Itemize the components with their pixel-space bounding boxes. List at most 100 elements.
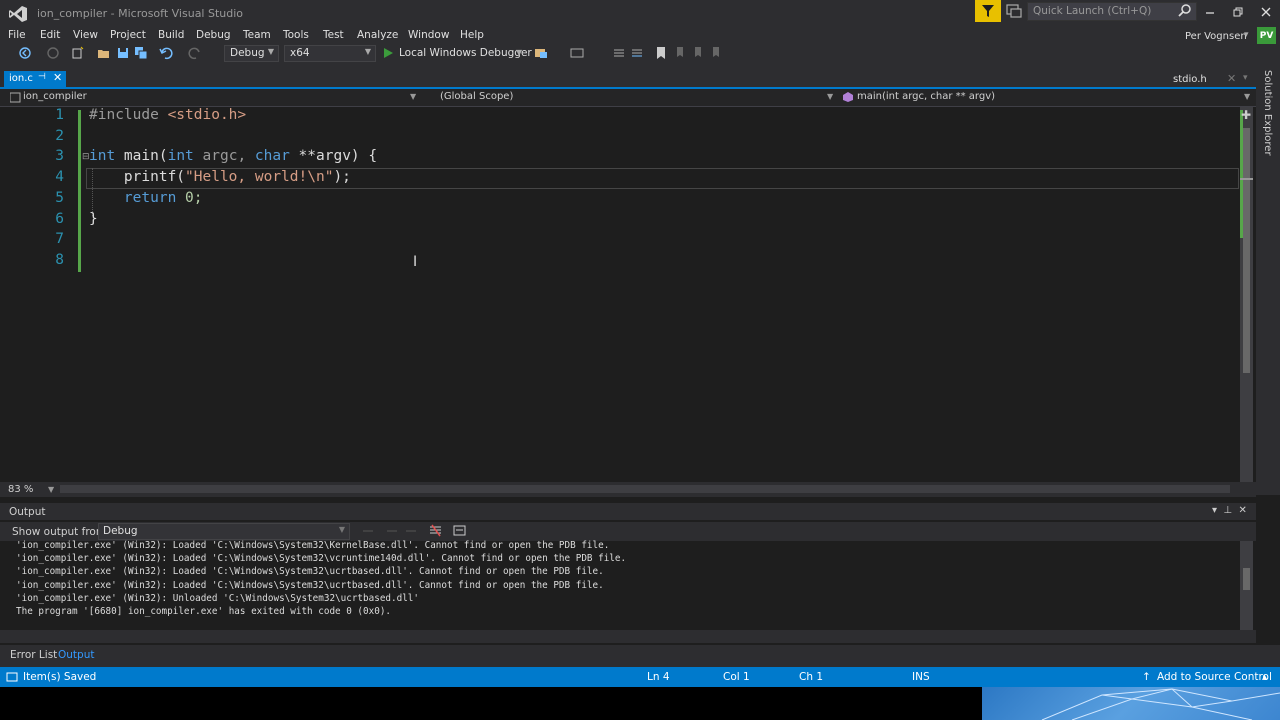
menu-window[interactable]: Window (408, 29, 449, 41)
save-icon[interactable] (116, 46, 130, 60)
avatar[interactable]: PV (1257, 27, 1276, 44)
scrollbar-thumb[interactable] (1243, 128, 1250, 373)
output-horizontal-scrollbar[interactable] (0, 630, 1256, 643)
bookmark-icon[interactable] (654, 46, 668, 60)
uncomment-lines-icon[interactable] (630, 46, 644, 60)
code-line-1[interactable]: #include <stdio.h> (89, 107, 246, 123)
scope-select[interactable]: (Global Scope) (440, 91, 513, 102)
browse-icon[interactable] (534, 46, 548, 60)
menu-file[interactable]: File (8, 29, 26, 41)
scrollbar-thumb[interactable] (1243, 568, 1250, 590)
restore-button[interactable] (1227, 3, 1249, 21)
close-icon[interactable]: ✕ (1238, 505, 1246, 516)
word-wrap-icon[interactable] (453, 524, 466, 540)
close-window-button[interactable] (1255, 3, 1277, 21)
menu-edit[interactable]: Edit (40, 29, 60, 41)
code-token: int (167, 148, 194, 164)
menu-project[interactable]: Project (110, 29, 146, 41)
comment-lines-icon[interactable] (612, 46, 626, 60)
chevron-down-icon[interactable]: ▾ (1244, 30, 1249, 40)
add-to-source-control-button[interactable]: Add to Source Control (1157, 671, 1272, 683)
code-token: main( (115, 148, 168, 164)
code-line-3[interactable]: int main(int argc, char **argv) { (89, 148, 377, 164)
panel-controls: ▾ ⊥ ✕ (1212, 505, 1247, 516)
code-line-4[interactable]: printf("Hello, world!\n"); (89, 169, 351, 185)
open-folder-icon[interactable] (97, 46, 111, 60)
chevron-down-icon[interactable]: ▼ (1244, 92, 1250, 101)
chevron-down-icon[interactable]: ▼ (827, 92, 833, 101)
menu-build[interactable]: Build (158, 29, 184, 41)
code-token: 0; (176, 190, 203, 206)
code-line-5[interactable]: return 0; (89, 190, 203, 206)
output-panel-title: Output (9, 506, 46, 518)
chevron-down-icon: ▼ (267, 47, 274, 56)
prev-message-icon[interactable] (386, 525, 398, 540)
redo-icon[interactable] (188, 46, 202, 60)
output-source-select[interactable]: Debug ▼ (98, 523, 350, 540)
chevron-down-icon[interactable]: ▼ (48, 485, 54, 494)
output-source-value: Debug (103, 525, 138, 537)
member-select[interactable]: main(int argc, char ** argv) (857, 91, 995, 102)
minimize-button[interactable] (1199, 3, 1221, 21)
close-icon[interactable]: ✕ (53, 71, 62, 84)
scrollbar-caret-marker (1240, 178, 1253, 180)
clear-bookmarks-icon[interactable] (710, 46, 724, 60)
solution-configuration-select[interactable]: Debug ▼ (224, 45, 279, 62)
status-message-icon (6, 671, 18, 686)
next-message-icon[interactable] (405, 525, 417, 540)
document-tab-well (0, 65, 1280, 89)
zoom-level-select[interactable]: 83 % (8, 484, 33, 495)
feedback-filter-icon[interactable] (975, 0, 1001, 22)
code-token: #include (89, 107, 168, 123)
window-title: ion_compiler - Microsoft Visual Studio (37, 7, 244, 20)
code-token: printf( (89, 169, 186, 185)
solution-platform-select[interactable]: x64 ▼ (284, 45, 376, 62)
upload-arrow-icon[interactable]: ↑ (1142, 671, 1151, 683)
editor-horizontal-scrollbar[interactable] (60, 485, 1230, 493)
chevron-down-icon[interactable]: ▼ (410, 92, 416, 101)
menu-test[interactable]: Test (323, 29, 344, 41)
split-editor-icon[interactable]: ✚ (1241, 108, 1251, 122)
quick-launch-input[interactable]: Quick Launch (Ctrl+Q) (1027, 2, 1197, 21)
menu-view[interactable]: View (73, 29, 98, 41)
next-bookmark-icon[interactable] (692, 46, 706, 60)
tab-output[interactable]: Output (58, 649, 94, 661)
new-project-icon[interactable] (71, 46, 85, 60)
project-select[interactable]: ion_compiler (23, 91, 87, 102)
line-number: 8 (55, 252, 64, 268)
tab-stdio-h[interactable]: stdio.h (1173, 74, 1207, 85)
chevron-down-icon: ▼ (338, 525, 345, 534)
back-arrow-icon[interactable] (18, 46, 32, 60)
code-line-6[interactable]: } (89, 211, 98, 227)
solution-explorer-tab[interactable]: Solution Explorer (1259, 70, 1273, 156)
chevron-down-icon[interactable]: ▼ (516, 48, 522, 57)
save-all-icon[interactable] (134, 46, 148, 60)
line-number: 4 (55, 169, 64, 185)
menu-analyze[interactable]: Analyze (357, 29, 398, 41)
notifications-icon[interactable] (1005, 3, 1023, 19)
user-name[interactable]: Per Vognsen (1185, 31, 1247, 42)
forward-arrow-icon[interactable] (46, 46, 60, 60)
chevron-up-icon[interactable]: ▴ (1262, 671, 1267, 683)
clear-all-icon[interactable] (429, 524, 442, 540)
menu-team[interactable]: Team (243, 29, 271, 41)
output-line: 'ion_compiler.exe' (Win32): Loaded 'C:\W… (16, 540, 610, 551)
status-column: Col 1 (723, 671, 750, 683)
tab-overflow-dropdown-icon[interactable]: ▾ (1243, 73, 1248, 83)
search-icon[interactable] (1178, 3, 1194, 19)
chevron-down-icon[interactable]: ▾ (1212, 505, 1217, 516)
pin-icon[interactable]: ⊥ (1223, 505, 1232, 516)
pin-icon[interactable]: ⊣ (38, 72, 46, 82)
undo-icon[interactable] (159, 46, 173, 60)
chevron-down-icon: ▼ (364, 47, 371, 56)
step-over-icon[interactable] (570, 46, 584, 60)
find-message-icon[interactable] (362, 525, 374, 540)
prev-bookmark-icon[interactable] (674, 46, 688, 60)
menu-help[interactable]: Help (460, 29, 484, 41)
menu-debug[interactable]: Debug (196, 29, 231, 41)
menu-tools[interactable]: Tools (283, 29, 309, 41)
tab-error-list[interactable]: Error List (10, 649, 57, 661)
play-icon[interactable] (382, 47, 396, 61)
close-icon[interactable]: ✕ (1227, 72, 1236, 85)
start-debugger-button[interactable]: Local Windows Debugger (399, 47, 532, 59)
